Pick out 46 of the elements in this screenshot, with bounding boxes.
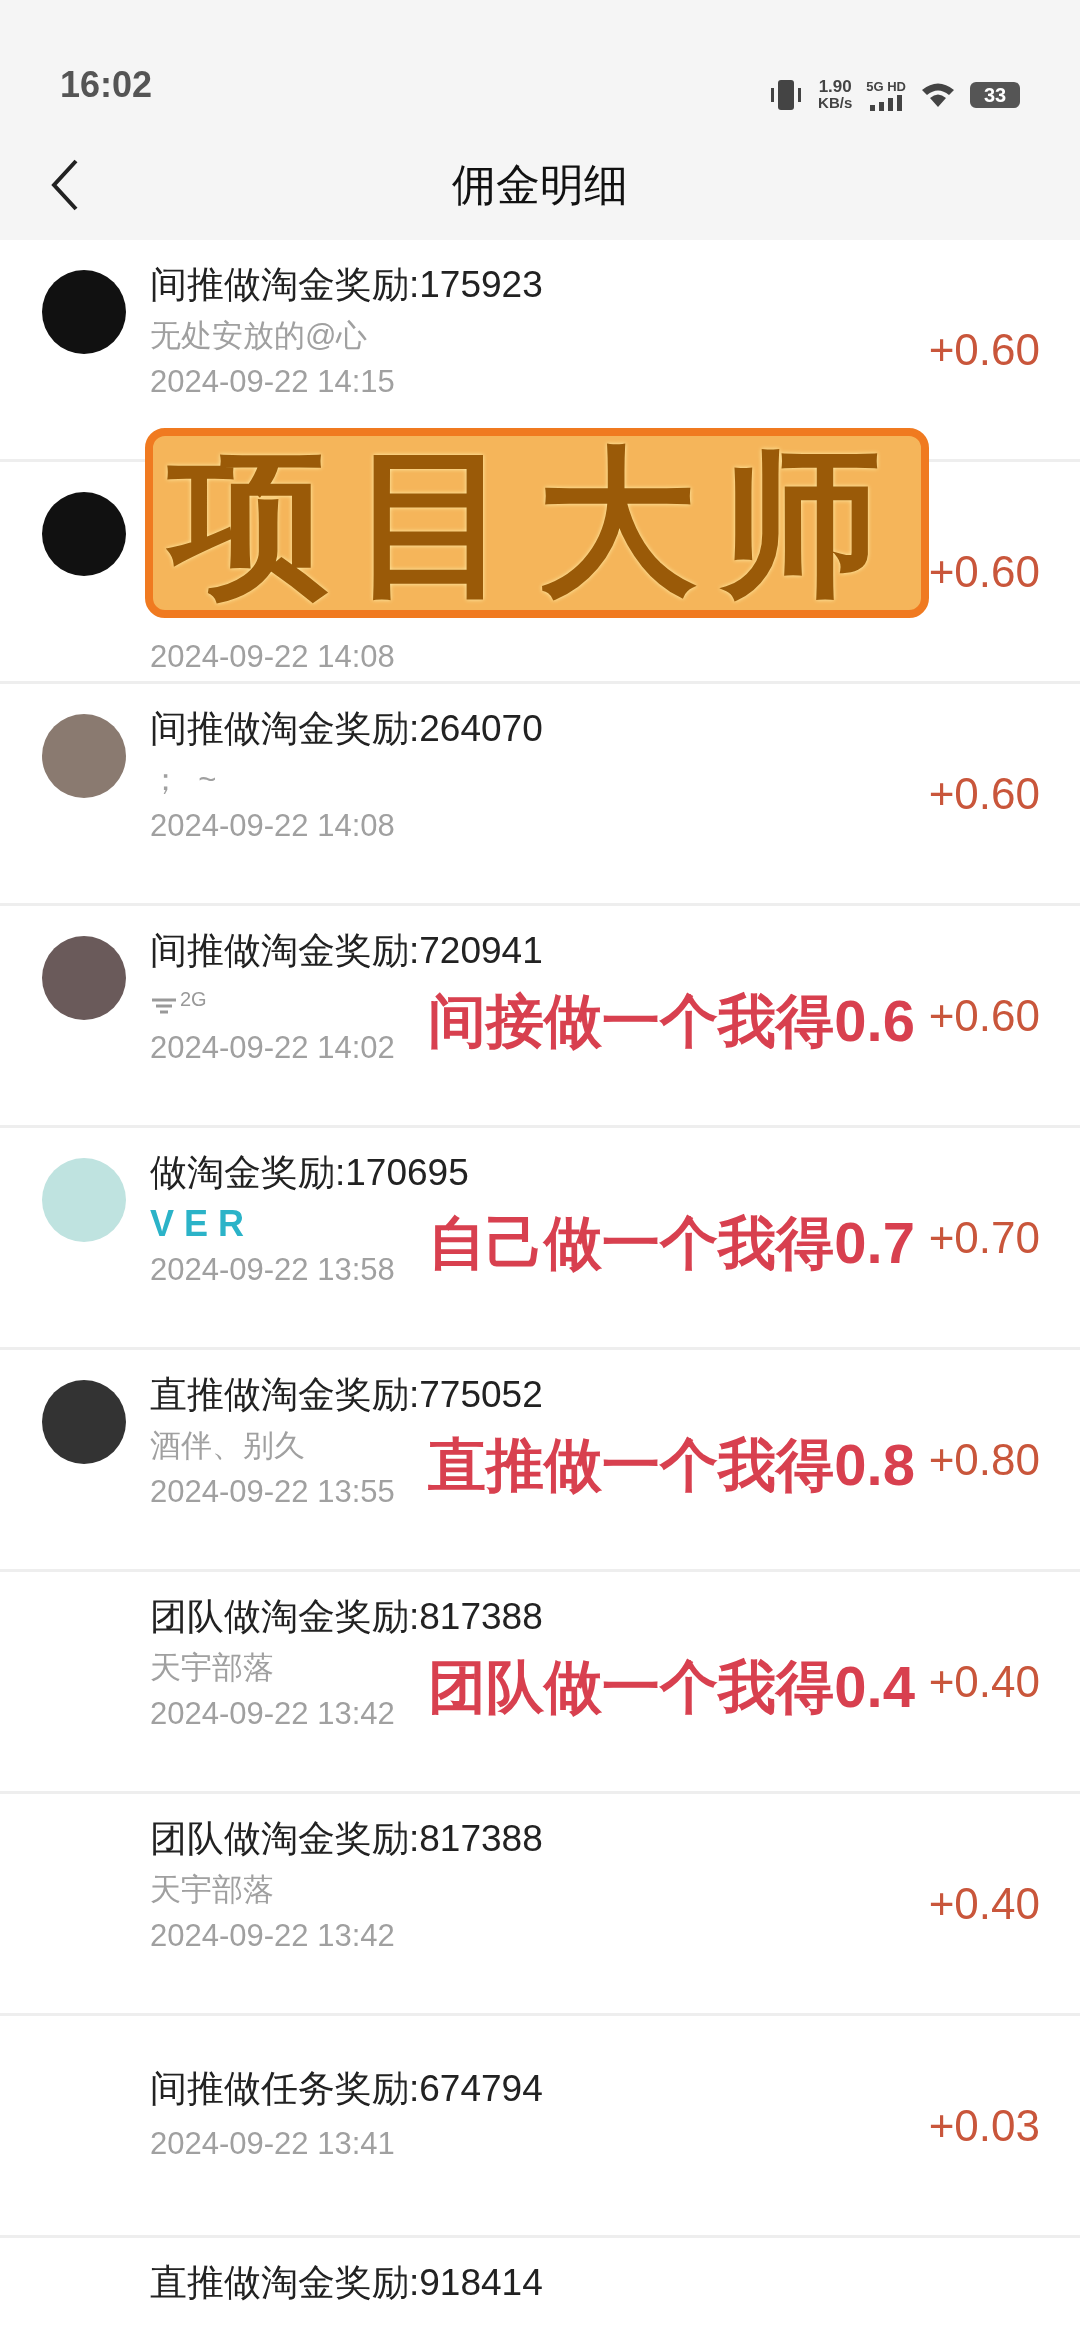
status-time: 16:02 <box>60 63 153 107</box>
record-title: 团队做淘金奖励:817388 <box>150 1595 544 1639</box>
wifi-icon <box>920 81 956 109</box>
annotation-text: 间接做一个我得0.6 <box>428 988 915 1054</box>
record-title: 团队做淘金奖励:817388 <box>150 1817 544 1861</box>
record-time: 2024-09-22 14:08 <box>150 808 395 844</box>
record-subtitle: 2G <box>180 987 207 1012</box>
amount: +0.60 <box>928 323 1040 376</box>
amount: +0.60 <box>928 989 1040 1042</box>
record-time: 2024-09-22 13:58 <box>150 1252 395 1288</box>
record-title: 间推做淘金奖励:720941 <box>150 929 544 973</box>
amount: +0.80 <box>928 1433 1040 1486</box>
record-time: 2024-09-22 13:42 <box>150 1918 395 1954</box>
amount: +0.60 <box>928 767 1040 820</box>
record-subtitle: 天宇部落 <box>150 1650 274 1686</box>
record-time: 2024-09-22 14:02 <box>150 1030 395 1066</box>
network-type: 5G HD <box>866 79 906 95</box>
speed-unit: KB/s <box>818 95 853 111</box>
network-speed: 1.90 <box>818 79 852 95</box>
record-time: 2024-09-22 13:41 <box>150 2126 395 2162</box>
record-time: 2024-09-22 14:08 <box>150 639 395 675</box>
record-title: 间推做任务奖励:674794 <box>150 2067 544 2111</box>
record-title: 间推做淘金奖励:175923 <box>150 263 544 307</box>
annotation-text: 直推做一个我得0.8 <box>428 1432 915 1498</box>
record-subtitle: 酒伴、别久 <box>150 1428 305 1464</box>
record-time: 2024-09-22 14:15 <box>150 364 395 400</box>
record-title: 间推做淘金奖励:264070 <box>150 707 544 751</box>
record-title: 直推做淘金奖励:918414 <box>150 2261 544 2305</box>
amount: +0.60 <box>928 545 1040 598</box>
record-subtitle: ； ~ <box>150 762 217 798</box>
amount: +0.40 <box>928 1655 1040 1708</box>
record-time: 2024-09-22 13:55 <box>150 1474 395 1510</box>
record-subtitle: 无处安放的@心 <box>150 318 368 354</box>
amount: +0.40 <box>928 1877 1040 1930</box>
record-subtitle: V E R <box>150 1206 245 1242</box>
signal-icon <box>869 95 904 111</box>
record-title: 直推做淘金奖励:775052 <box>150 1373 544 1417</box>
annotation-text: 自己做一个我得0.7 <box>428 1210 915 1276</box>
record-subtitle: 天宇部落 <box>150 1872 274 1908</box>
amount: +0.70 <box>928 1211 1040 1264</box>
page-title: 佣金明细 <box>452 159 628 211</box>
battery-indicator: 33 <box>970 82 1020 108</box>
amount: +0.03 <box>928 2099 1040 2152</box>
record-time: 2024-09-22 13:42 <box>150 1696 395 1732</box>
record-title: 做淘金奖励:170695 <box>150 1151 470 1195</box>
annotation-text: 团队做一个我得0.4 <box>428 1654 915 1720</box>
